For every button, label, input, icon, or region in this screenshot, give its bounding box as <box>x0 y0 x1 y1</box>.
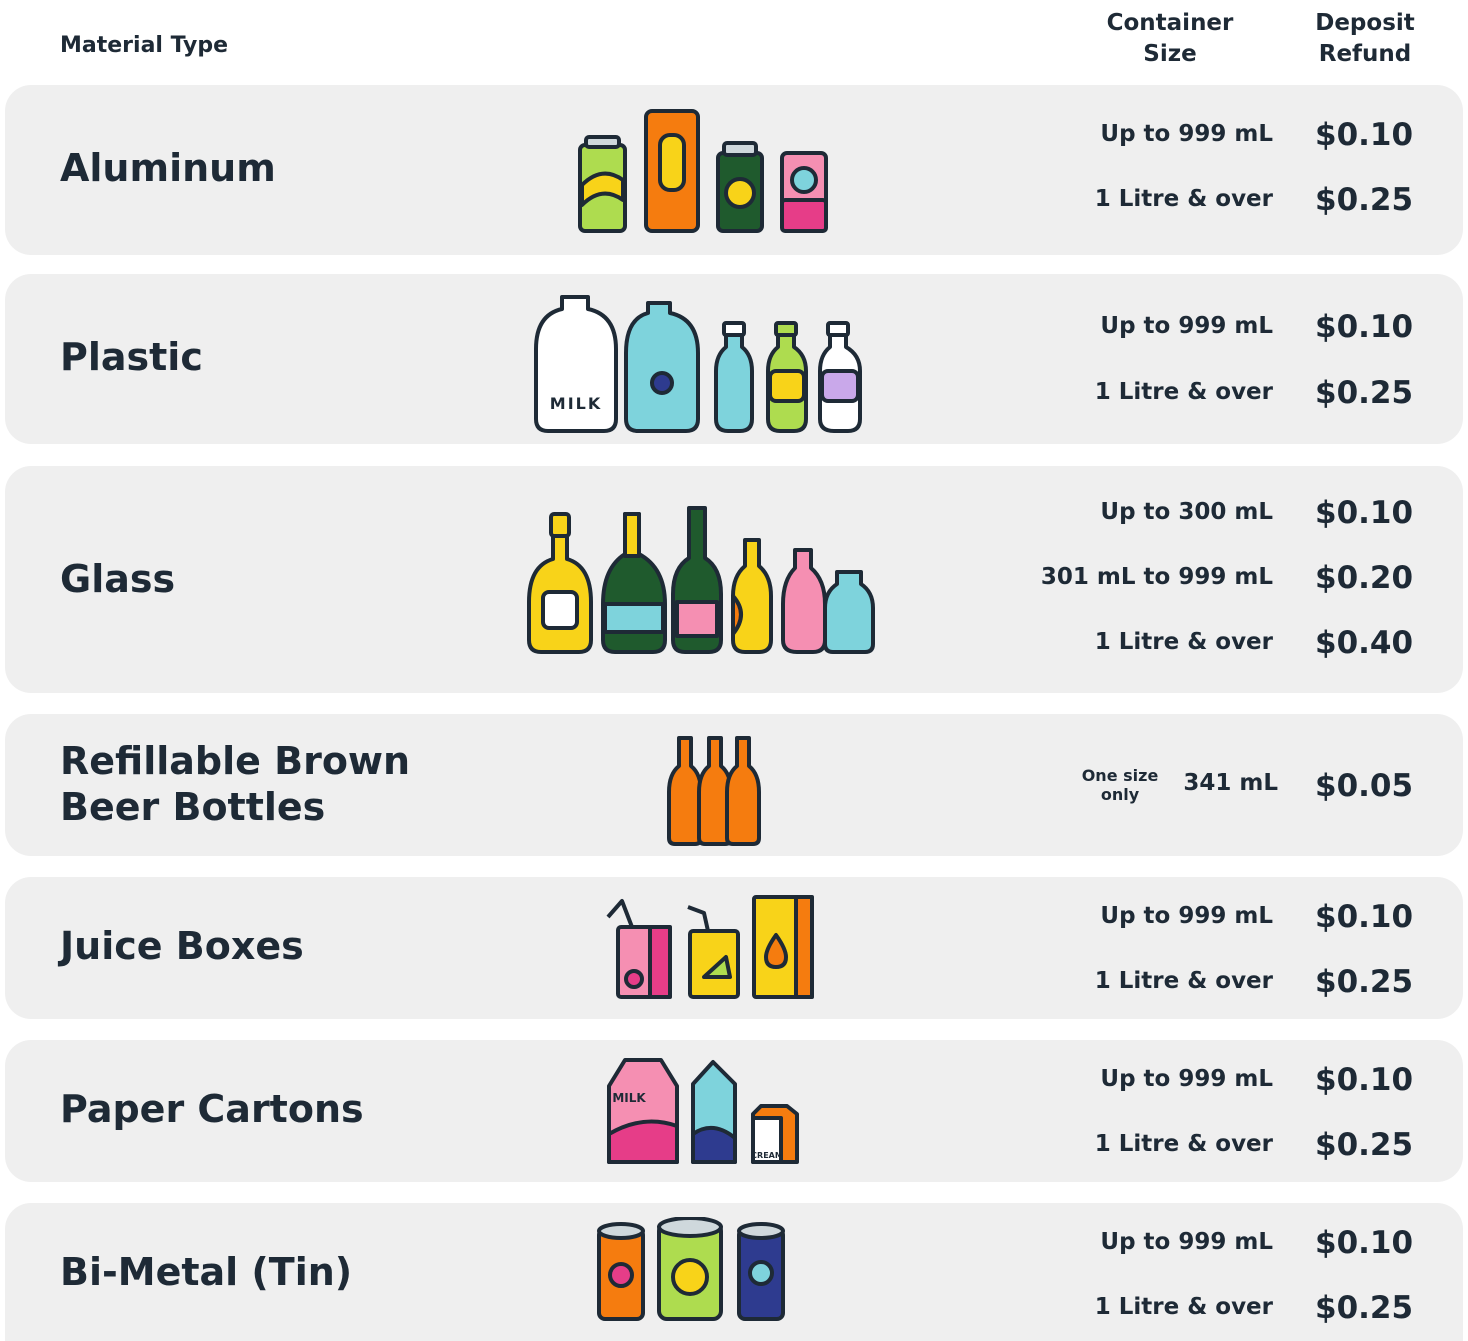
juice-boxes-icon <box>606 895 814 999</box>
material-name: Aluminum <box>60 146 276 190</box>
refund-amount: $0.10 <box>1315 495 1414 531</box>
aluminum-cans-icon <box>578 109 828 233</box>
size-label: 301 mL to 999 mL <box>1040 564 1273 590</box>
size-label: Up to 300 mL <box>1100 499 1273 525</box>
milk-jug-label: MILK <box>550 394 602 413</box>
row-aluminum: Aluminum Up to 999 mL $0.10 1 Litre & ov… <box>5 85 1463 255</box>
refund-amount: $0.10 <box>1315 1062 1414 1098</box>
size-label: 1 Litre & over <box>1094 968 1273 994</box>
size-label: Up to 999 mL <box>1100 1229 1273 1255</box>
header-material-type: Material Type <box>60 33 229 58</box>
refund-amount: $0.40 <box>1315 625 1414 661</box>
refund-amount: $0.20 <box>1315 560 1414 596</box>
material-name: Paper Cartons <box>60 1087 364 1131</box>
beer-bottles-icon <box>667 736 761 846</box>
refund-amount: $0.25 <box>1315 964 1414 1000</box>
refund-amount: $0.25 <box>1315 375 1414 411</box>
material-name: Glass <box>60 557 176 601</box>
tin-cans-icon <box>597 1217 785 1321</box>
header-container-size: Container Size <box>1106 10 1234 67</box>
row-paper-cartons: Paper Cartons MILK CREAM Up to 999 mL $0… <box>5 1040 1463 1182</box>
row-juice-boxes: Juice Boxes Up to 999 mL $0.10 1 Litre &… <box>5 877 1463 1019</box>
size-label: Up to 999 mL <box>1100 1066 1273 1092</box>
refund-amount: $0.10 <box>1315 309 1414 345</box>
refund-amount: $0.10 <box>1315 1225 1414 1261</box>
refund-amount: $0.25 <box>1315 1127 1414 1163</box>
row-glass: Glass Up to 300 mL $0.10 301 mL to 999 m… <box>5 466 1463 693</box>
refund-amount: $0.10 <box>1315 117 1414 153</box>
milk-carton-label: MILK <box>612 1091 646 1105</box>
one-size-note: One size only <box>1081 766 1159 804</box>
row-bi-metal-tin: Bi-Metal (Tin) Up to 999 mL $0.10 1 Litr… <box>5 1203 1463 1341</box>
material-name: Juice Boxes <box>60 924 304 968</box>
refund-amount: $0.25 <box>1315 182 1414 218</box>
material-name: Plastic <box>60 335 203 379</box>
material-name: Refillable Brown Beer Bottles <box>60 739 411 829</box>
cream-carton-label: CREAM <box>751 1151 783 1160</box>
row-plastic: Plastic MILK Up to 999 mL $0.10 1 Litre … <box>5 274 1463 444</box>
size-label: Up to 999 mL <box>1100 903 1273 929</box>
plastic-bottles-icon: MILK <box>534 295 862 433</box>
size-label: Up to 999 mL <box>1100 121 1273 147</box>
size-label: 1 Litre & over <box>1094 186 1273 212</box>
size-label: 341 mL <box>1183 770 1278 796</box>
header-deposit-refund: Deposit Refund <box>1315 10 1415 67</box>
glass-bottles-icon <box>527 506 875 654</box>
refund-amount: $0.10 <box>1315 899 1414 935</box>
size-label: 1 Litre & over <box>1094 379 1273 405</box>
size-label: 1 Litre & over <box>1094 629 1273 655</box>
paper-cartons-icon: MILK CREAM <box>607 1058 799 1164</box>
material-name: Bi-Metal (Tin) <box>60 1250 353 1294</box>
refund-amount: $0.25 <box>1315 1290 1414 1326</box>
size-label: 1 Litre & over <box>1094 1294 1273 1320</box>
size-label: 1 Litre & over <box>1094 1131 1273 1157</box>
size-label: Up to 999 mL <box>1100 313 1273 339</box>
refund-amount: $0.05 <box>1315 768 1414 804</box>
row-refillable-beer-bottles: Refillable Brown Beer Bottles One size o… <box>5 714 1463 856</box>
